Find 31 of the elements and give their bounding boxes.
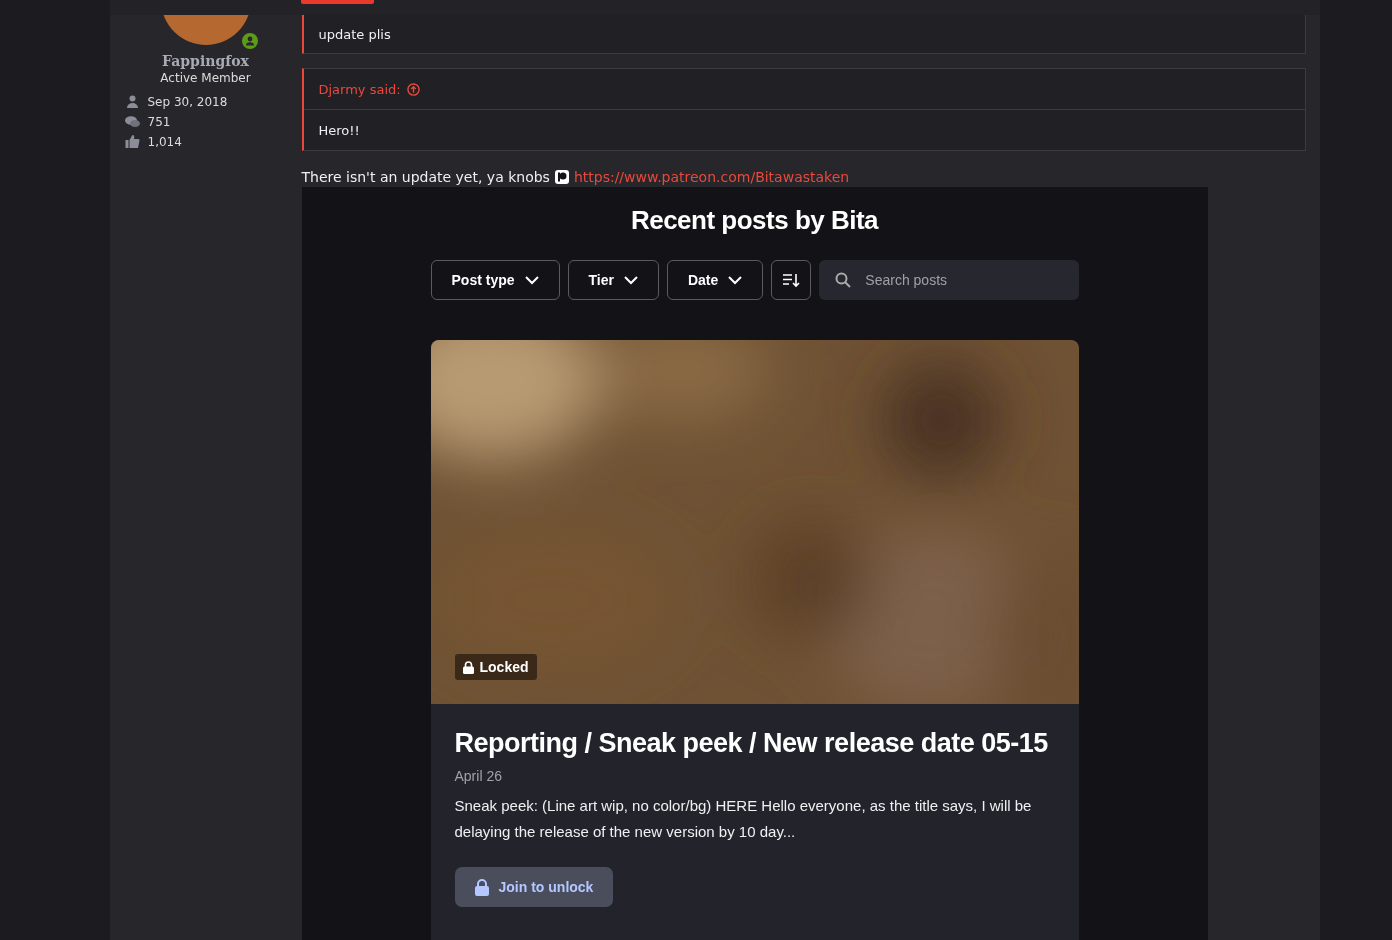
quote-text: update plis — [318, 26, 391, 42]
person-icon — [124, 95, 140, 108]
user-title: Active Member — [160, 71, 251, 85]
search-field[interactable]: Search posts — [819, 260, 1079, 300]
post-excerpt: Sneak peek: (Line art wip, no color/bg) HERE Hello everyone, as the title says, I will be delaying the release of the new version by 10 day... — [454, 796, 1033, 842]
stat-value: Sep 30, 2018 — [147, 94, 228, 109]
patreon-link[interactable]: https://www.patreon.com/Bitawastaken — [573, 169, 850, 185]
stat-value: 1,014 — [147, 134, 182, 149]
post-title[interactable]: Reporting / Sneak peek / New release date 05-15 — [454, 728, 1055, 759]
locked-badge: Locked — [454, 654, 537, 680]
join-to-unlock-button[interactable]: Join to unlock — [454, 867, 614, 907]
quote-author-link[interactable]: Djarmy said: — [318, 81, 401, 97]
username[interactable]: Fappingfox — [162, 53, 249, 69]
thumbs-up-icon — [124, 135, 140, 148]
lock-icon — [474, 878, 489, 896]
stat-value: 751 — [147, 114, 171, 129]
quote-text: Hero!! — [318, 122, 360, 138]
post-date: April 26 — [454, 768, 503, 784]
speech-bubbles-icon — [124, 115, 140, 128]
chevron-down-icon — [728, 275, 743, 285]
sort-icon — [782, 272, 801, 288]
patreon-logo-icon — [554, 170, 569, 184]
sort-button[interactable] — [771, 260, 812, 300]
filter-dropdown[interactable]: Date — [666, 260, 764, 300]
message-text: There isn't an update yet, ya knobs — [301, 169, 550, 185]
filter-dropdown[interactable]: Tier — [567, 260, 659, 300]
filter-dropdown[interactable]: Post type — [430, 260, 560, 300]
chevron-down-icon — [623, 275, 638, 285]
embed-heading: Recent posts by Bita — [630, 205, 879, 236]
chevron-down-icon — [524, 275, 539, 285]
arrow-up-circle-icon[interactable] — [406, 82, 420, 96]
